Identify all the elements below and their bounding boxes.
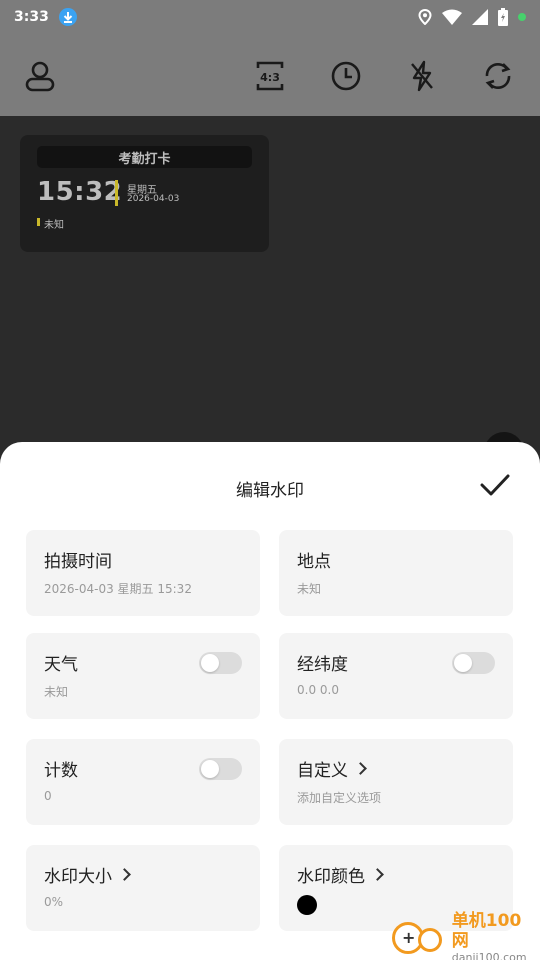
chevron-right-icon: [118, 868, 131, 881]
user-icon: [25, 61, 55, 92]
logo-cn: 单机100网: [451, 911, 522, 951]
confirm-button[interactable]: [478, 470, 512, 500]
size-label: 水印大小: [44, 867, 112, 887]
weather-label: 天气: [44, 655, 78, 675]
flash-off-icon: [411, 60, 433, 92]
watermark-location-marker: [37, 218, 40, 226]
custom-tile[interactable]: 自定义 添加自定义选项: [279, 739, 513, 825]
watermark-time: 15:32: [37, 177, 123, 207]
status-bar: 3:33: [0, 0, 540, 34]
weather-tile[interactable]: 天气 未知: [26, 633, 260, 719]
watermark-divider: [115, 180, 118, 206]
coords-tile[interactable]: 经纬度 0.0 0.0: [279, 633, 513, 719]
sheet-title: 编辑水印: [236, 481, 304, 501]
toggle-knob: [201, 760, 219, 778]
watermark-date: 2026-04-03: [127, 194, 180, 204]
count-toggle[interactable]: [199, 758, 242, 780]
custom-label-row: 自定义: [297, 756, 367, 781]
switch-camera-icon: [485, 63, 511, 89]
size-tile[interactable]: 水印大小 0%: [26, 845, 260, 931]
shoot-time-label: 拍摄时间: [44, 552, 112, 572]
chevron-right-icon: [354, 762, 367, 775]
toggle-knob: [201, 654, 219, 672]
custom-label: 自定义: [297, 761, 348, 781]
location-icon: [418, 9, 432, 25]
aspect-ratio-icon: 4:3: [256, 61, 284, 91]
location-label: 地点: [297, 552, 331, 572]
color-label-row: 水印颜色: [297, 862, 384, 887]
profile-button[interactable]: [22, 58, 58, 94]
logo-text: 单机100网 danji100.com: [452, 911, 538, 960]
color-swatch: [297, 895, 317, 915]
timer-button[interactable]: [328, 58, 364, 94]
weather-value: 未知: [44, 685, 69, 699]
logo-mark-icon: +: [390, 918, 452, 958]
status-icons: [418, 8, 526, 26]
shoot-time-tile[interactable]: 拍摄时间 2026-04-03 星期五 15:32: [26, 530, 260, 616]
battery-icon: [498, 8, 508, 26]
status-time: 3:33: [14, 9, 49, 25]
watermark-preview[interactable]: 考勤打卡 15:32 星期五 2026-04-03 未知: [20, 135, 269, 252]
logo-en: danji100.com: [451, 951, 527, 960]
svg-text:4:3: 4:3: [260, 71, 280, 84]
check-icon: [480, 474, 510, 496]
site-logo: + 单机100网 danji100.com: [390, 911, 538, 960]
size-value: 0%: [44, 895, 64, 909]
watermark-title: 考勤打卡: [37, 146, 252, 168]
edit-watermark-sheet: 编辑水印 拍摄时间 2026-04-03 星期五 15:32 地点 未知 天气 …: [0, 442, 540, 960]
count-value: 0: [44, 789, 52, 803]
clock-icon: [331, 61, 361, 91]
count-label: 计数: [44, 761, 78, 781]
wifi-icon: [442, 9, 462, 25]
count-tile[interactable]: 计数 0: [26, 739, 260, 825]
coords-label: 经纬度: [297, 655, 348, 675]
flash-button[interactable]: [404, 58, 440, 94]
custom-value: 添加自定义选项: [297, 791, 382, 805]
notification-dot: [518, 13, 526, 21]
camera-toolbar: 4:3: [0, 34, 540, 116]
location-value: 未知: [297, 582, 322, 596]
coords-value: 0.0 0.0: [297, 683, 339, 697]
switch-camera-button[interactable]: [480, 58, 516, 94]
location-tile[interactable]: 地点 未知: [279, 530, 513, 616]
signal-icon: [472, 9, 488, 25]
size-label-row: 水印大小: [44, 862, 131, 887]
coords-toggle[interactable]: [452, 652, 495, 674]
shoot-time-value: 2026-04-03 星期五 15:32: [44, 582, 192, 596]
toggle-knob: [454, 654, 472, 672]
chevron-right-icon: [371, 868, 384, 881]
color-label: 水印颜色: [297, 867, 365, 887]
aspect-ratio-button[interactable]: 4:3: [252, 58, 288, 94]
weather-toggle[interactable]: [199, 652, 242, 674]
download-icon: [58, 8, 77, 26]
watermark-location: 未知: [44, 220, 64, 231]
